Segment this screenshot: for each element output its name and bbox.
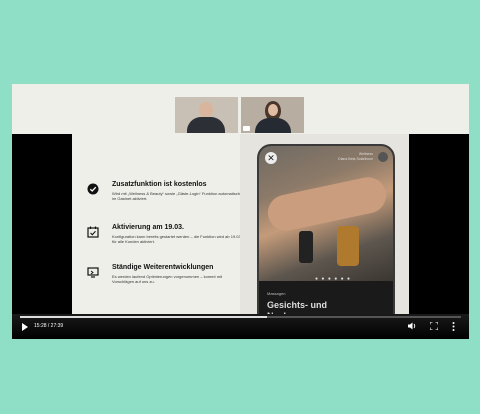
feature-title: Zusatzfunktion ist kostenlos: [112, 181, 207, 188]
photo-arm: [264, 173, 390, 235]
share-icon[interactable]: [378, 152, 388, 162]
progress-bar[interactable]: [20, 316, 461, 318]
close-button[interactable]: ✕: [265, 152, 277, 164]
play-icon[interactable]: [22, 323, 28, 331]
feature-description: Es werden laufend Optimierungen vorgenom…: [112, 274, 223, 284]
feature-description: Wird mit „Wellness & Beauty“ sowie „Gäst…: [112, 191, 240, 201]
video-player[interactable]: Zusatzfunktion ist kostenlos Wird mit „W…: [12, 84, 469, 339]
photo-bottle: [299, 231, 313, 263]
time-display: 15:28 / 27:39: [34, 323, 64, 329]
participant-video-2[interactable]: [241, 97, 304, 133]
slide-feature-panel: Zusatzfunktion ist kostenlos Wird mit „W…: [72, 134, 242, 314]
photo-jar: [337, 226, 359, 266]
participant-face: [268, 104, 278, 116]
check-circle-icon: [87, 183, 99, 195]
monitor-icon: [87, 267, 99, 278]
feature-title: Ständige Weiterentwicklungen: [112, 264, 214, 271]
letterbox-right: [409, 134, 469, 314]
video-controls: 15:28 / 27:39: [12, 314, 469, 339]
phone-mockup: ✕ Wellness Diana Beta Solarlinum ● ● ● ●…: [257, 144, 395, 338]
volume-icon[interactable]: [408, 322, 417, 333]
participants-bar: [12, 84, 469, 134]
fullscreen-icon[interactable]: [429, 321, 439, 333]
participant-body: [187, 117, 225, 133]
feature-title: Aktivierung am 19.03.: [112, 224, 184, 231]
phone-title-line1: Gesichts- und: [267, 300, 328, 310]
progress-fill: [20, 316, 267, 318]
phone-header-line2: Diana Beta Solarlinum: [338, 157, 373, 161]
calendar-check-icon: [87, 226, 99, 238]
participant-body: [255, 118, 291, 133]
feature-description: Konfiguration kann bereits gestartet wer…: [112, 234, 242, 244]
participant-video-1[interactable]: [175, 97, 238, 133]
participant-face: [199, 102, 213, 118]
pager-dots: ● ● ● ● ● ●: [315, 276, 352, 282]
letterbox-left: [12, 134, 72, 314]
massage-photo: [259, 146, 393, 281]
mic-icon: [243, 126, 250, 131]
phone-category: Massagen: [267, 291, 286, 296]
more-options-icon[interactable]: [452, 322, 455, 334]
phone-header: Wellness Diana Beta Solarlinum: [338, 152, 373, 162]
